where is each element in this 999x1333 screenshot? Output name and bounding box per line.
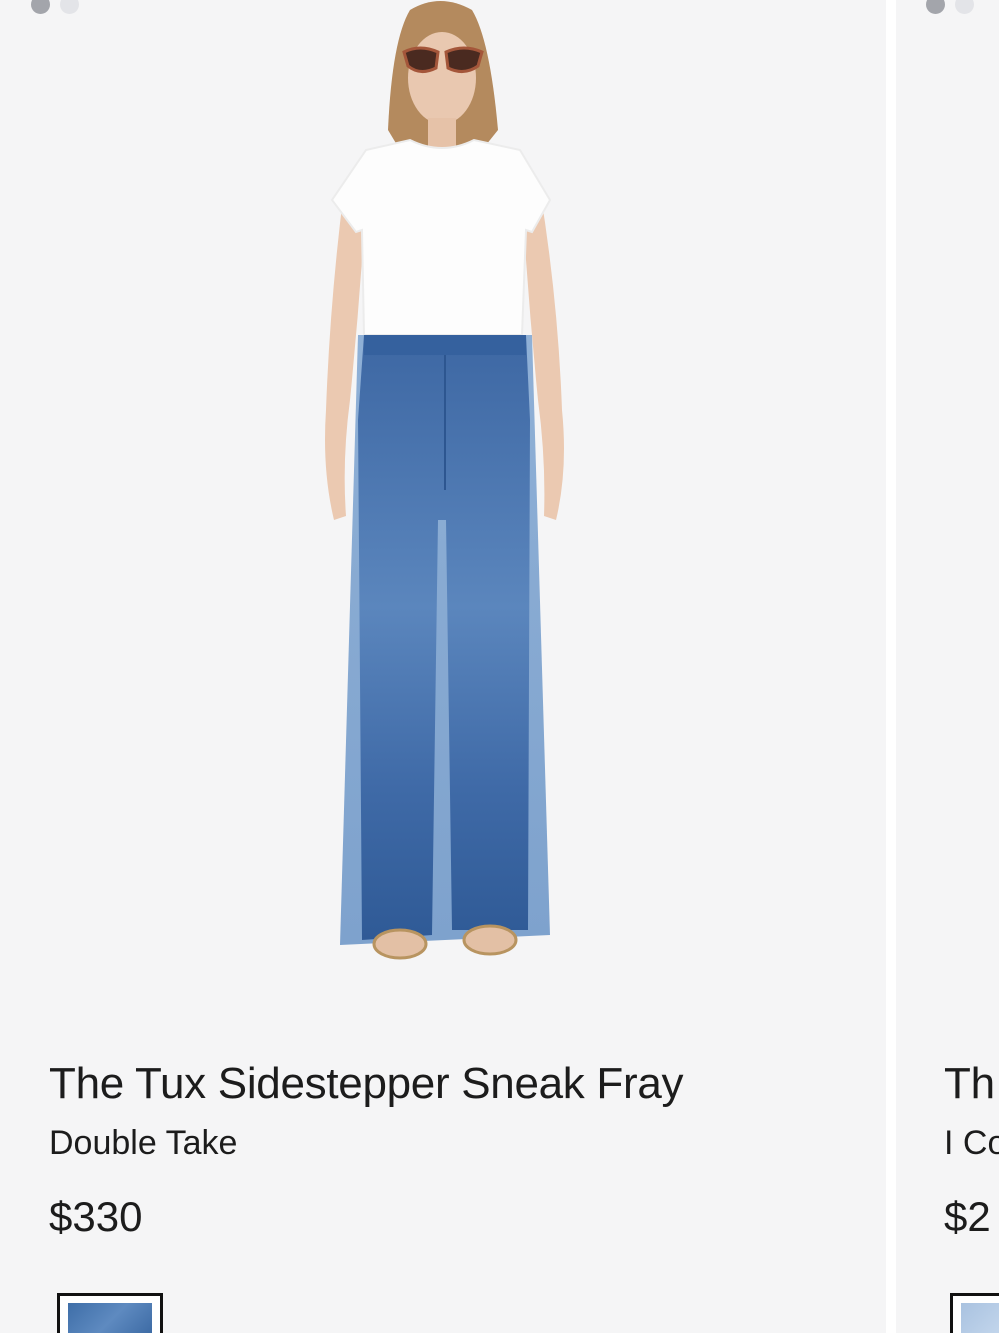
image-carousel-dots: [31, 0, 79, 14]
product-color-name: I Co: [944, 1124, 999, 1162]
product-image[interactable]: [300, 0, 590, 990]
carousel-dot[interactable]: [60, 0, 79, 14]
image-carousel-dots: [926, 0, 974, 14]
carousel-dot[interactable]: [926, 0, 945, 14]
color-swatch-selected[interactable]: [57, 1293, 163, 1333]
product-card[interactable]: Th I Co $2: [896, 0, 999, 1333]
product-title[interactable]: Th: [944, 1058, 995, 1110]
product-price: $2: [944, 1193, 991, 1240]
color-swatch-selected[interactable]: [950, 1293, 999, 1333]
carousel-dot[interactable]: [955, 0, 974, 14]
product-title[interactable]: The Tux Sidestepper Sneak Fray: [49, 1058, 684, 1110]
product-color-name: Double Take: [49, 1124, 238, 1162]
product-price: $330: [49, 1193, 143, 1240]
swatch-fill: [68, 1303, 152, 1333]
swatch-fill: [961, 1303, 999, 1333]
carousel-dot[interactable]: [31, 0, 50, 14]
product-card[interactable]: The Tux Sidestepper Sneak Fray Double Ta…: [0, 0, 886, 1333]
